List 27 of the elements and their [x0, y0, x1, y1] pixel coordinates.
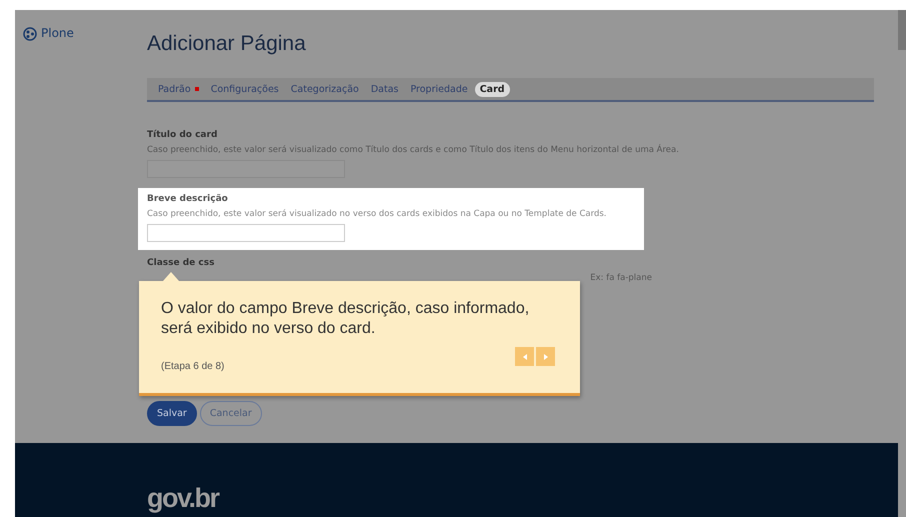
- input-field[interactable]: [147, 224, 345, 242]
- next-button[interactable]: [536, 347, 555, 366]
- cancel-button[interactable]: Cancelar: [200, 401, 262, 426]
- right-triangle-icon: [542, 352, 550, 360]
- field-label: Classe de css: [147, 258, 216, 268]
- scrollbar-thumb[interactable]: [898, 10, 906, 50]
- field-hint: Caso preenchido, este valor será visualizado no verso dos cards exibidos na Capa ou no Template de Cards.: [147, 209, 608, 219]
- tooltip-message: O valor do campo Breve descrição, caso informado, será exibido no verso do card.: [161, 299, 530, 339]
- page-title: Adicionar Página: [147, 32, 307, 56]
- tab[interactable]: Datas: [366, 82, 404, 96]
- scrollbar[interactable]: [898, 10, 906, 517]
- tab[interactable]: Padrão: [153, 82, 204, 96]
- step-counter: (Etapa 6 de 8): [161, 361, 224, 372]
- field-label: Breve descrição: [147, 194, 229, 204]
- tab[interactable]: Card: [474, 82, 510, 96]
- field-label: Título do card: [147, 130, 218, 140]
- plone-logo-icon: [23, 27, 37, 41]
- previous-button[interactable]: [515, 347, 534, 366]
- tab[interactable]: Propriedade: [405, 82, 473, 96]
- save-button[interactable]: Salvar: [147, 401, 197, 426]
- left-triangle-icon: [520, 352, 528, 360]
- field-hint: Ex: fa fa-plane: [590, 273, 652, 283]
- tab[interactable]: Configurações: [206, 82, 284, 96]
- field-hint: Caso preenchido, este valor será visualizado como Título dos cards e como Título dos itens do Menu horizontal de uma Área.: [147, 145, 680, 155]
- footer-logo[interactable]: gov.br: [147, 482, 218, 514]
- tab[interactable]: Categorização: [286, 82, 364, 96]
- plone-logo[interactable]: Plone: [15, 10, 147, 443]
